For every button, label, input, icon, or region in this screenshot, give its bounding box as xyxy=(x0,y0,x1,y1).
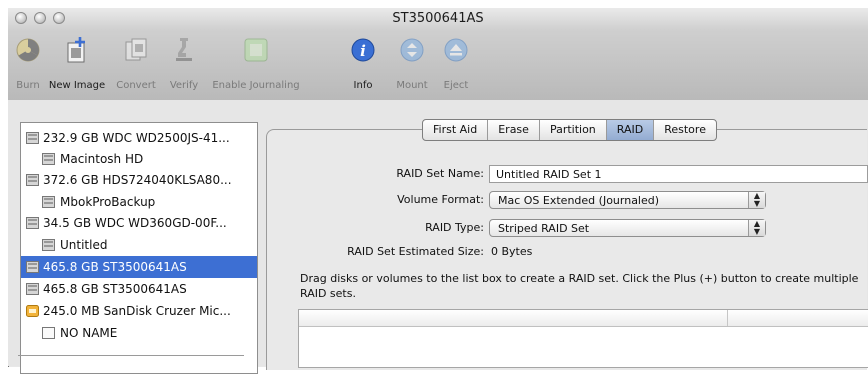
convert-button[interactable]: Convert xyxy=(111,30,161,100)
tab-raid[interactable]: RAID xyxy=(606,120,655,140)
disk-icon xyxy=(26,217,39,229)
disk-icon xyxy=(26,261,39,273)
sidebar-divider xyxy=(18,355,244,356)
tab-partition[interactable]: Partition xyxy=(540,120,607,140)
eject-label: Eject xyxy=(443,80,469,91)
list-item[interactable]: MbokProBackup xyxy=(21,191,257,213)
raid-set-name-field[interactable]: Untitled RAID Set 1 xyxy=(489,165,868,183)
list-item[interactable]: 372.6 GB HDS724040KLSA80... xyxy=(21,169,257,191)
list-item[interactable]: 232.9 GB WDC WD2500JS-41... xyxy=(21,127,257,149)
window-chrome: ST3500641AS Burn New Image Convert Verif… xyxy=(8,8,868,101)
burn-label: Burn xyxy=(16,80,40,91)
popup-arrows-icon: ▲ ▼ xyxy=(748,220,765,236)
convert-icon xyxy=(125,38,147,61)
volume-icon xyxy=(42,153,55,165)
disk-icon xyxy=(26,174,39,186)
verify-label: Verify xyxy=(169,80,199,91)
raid-members-list[interactable] xyxy=(298,309,868,368)
info-icon: i xyxy=(351,38,375,62)
new-image-icon xyxy=(67,37,85,63)
mount-button[interactable]: Mount xyxy=(394,30,430,100)
toolbar: Burn New Image Convert Verify Enable Jou… xyxy=(8,30,868,101)
new-image-label: New Image xyxy=(48,80,106,91)
raid-type-popup[interactable]: Striped RAID Set ▲ ▼ xyxy=(489,219,766,237)
usb-drive-icon xyxy=(26,305,39,317)
info-button[interactable]: i Info xyxy=(348,30,378,100)
mount-icon xyxy=(400,38,424,62)
raid-type-value: Striped RAID Set xyxy=(498,222,590,235)
list-item[interactable]: 245.0 MB SanDisk Cruzer Mic... xyxy=(21,300,257,322)
tab-bar: First Aid Erase Partition RAID Restore xyxy=(422,119,717,141)
list-item[interactable]: Macintosh HD xyxy=(21,148,257,170)
svg-text:i: i xyxy=(360,42,366,60)
volume-icon xyxy=(42,196,55,208)
verify-icon xyxy=(176,38,192,61)
raid-size-label: RAID Set Estimated Size: xyxy=(347,245,484,258)
raid-type-label: RAID Type: xyxy=(425,221,484,234)
list-item[interactable]: 34.5 GB WDC WD360GD-00F... xyxy=(21,212,257,234)
empty-volume-icon xyxy=(42,327,55,339)
journaling-icon xyxy=(244,38,268,62)
burn-button[interactable]: Burn xyxy=(12,30,44,100)
list-header xyxy=(299,310,868,327)
disk-list[interactable]: 232.9 GB WDC WD2500JS-41... Macintosh HD… xyxy=(20,122,258,374)
raid-size-value: 0 Bytes xyxy=(491,245,533,258)
tab-erase[interactable]: Erase xyxy=(488,120,540,140)
eject-button[interactable]: Eject xyxy=(438,30,474,100)
volume-format-label: Volume Format: xyxy=(397,193,484,206)
verify-button[interactable]: Verify xyxy=(164,30,204,100)
list-item-selected[interactable]: 465.8 GB ST3500641AS xyxy=(21,256,257,278)
list-item[interactable]: NO NAME xyxy=(21,322,257,344)
raid-help-text: Drag disks or volumes to the list box to… xyxy=(300,272,859,300)
info-label: Info xyxy=(353,80,373,91)
enable-journaling-button[interactable]: Enable Journaling xyxy=(208,30,304,100)
popup-arrows-icon: ▲ ▼ xyxy=(748,192,765,208)
volume-icon xyxy=(42,239,55,251)
burn-icon xyxy=(16,38,40,62)
list-item[interactable]: Untitled xyxy=(21,234,257,256)
new-image-button[interactable]: New Image xyxy=(46,30,108,100)
tab-first-aid[interactable]: First Aid xyxy=(423,120,489,140)
volume-format-popup[interactable]: Mac OS Extended (Journaled) ▲ ▼ xyxy=(489,191,766,209)
mount-label: Mount xyxy=(396,80,428,91)
window-title: ST3500641AS xyxy=(392,11,484,26)
volume-format-value: Mac OS Extended (Journaled) xyxy=(498,194,660,207)
disk-icon xyxy=(26,132,39,144)
convert-label: Convert xyxy=(116,80,156,91)
title-bar: ST3500641AS xyxy=(8,8,868,30)
raid-set-name-label: RAID Set Name: xyxy=(396,167,484,180)
column-divider xyxy=(727,310,728,326)
list-item[interactable]: 465.8 GB ST3500641AS xyxy=(21,278,257,300)
tab-restore[interactable]: Restore xyxy=(654,120,716,140)
enable-journaling-label: Enable Journaling xyxy=(212,80,300,91)
disk-icon xyxy=(26,283,39,295)
eject-icon xyxy=(444,38,468,62)
